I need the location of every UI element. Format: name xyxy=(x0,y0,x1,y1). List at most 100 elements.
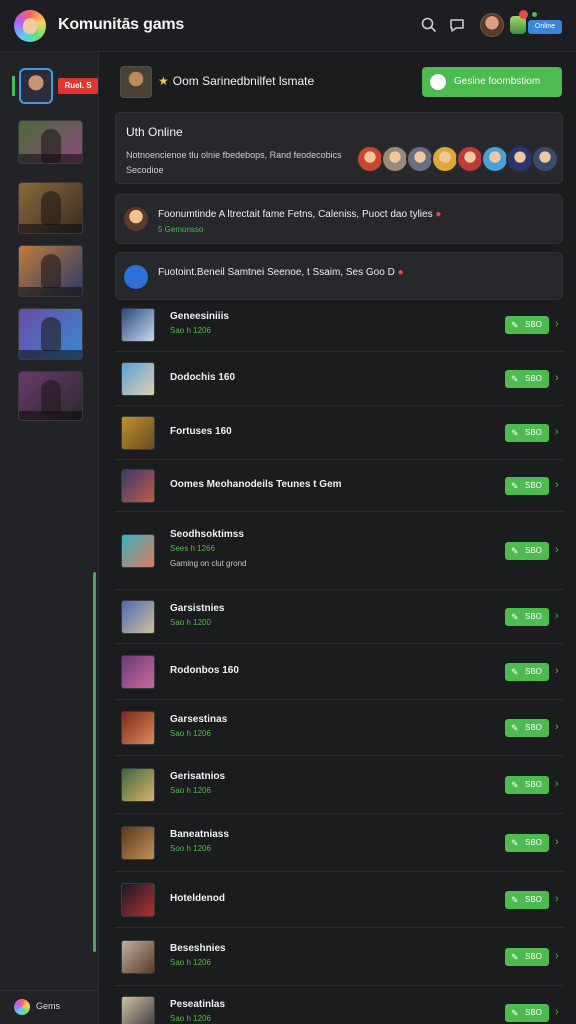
chevron-right-icon[interactable]: › xyxy=(555,318,559,330)
edit-button[interactable]: SBO xyxy=(505,370,549,388)
notification-2-body: Fuotoint.Beneil Samtnei Seenoe, t Ssaim,… xyxy=(158,267,395,278)
game-sub: Sao h 1200 xyxy=(170,618,211,627)
edit-button[interactable]: SBO xyxy=(505,834,549,852)
game-sub: Sao h 1206 xyxy=(170,958,211,967)
game-thumbnail[interactable] xyxy=(121,826,155,860)
top-row: ★ Oom Sarinedbnilfet lsmate Gesine foombs… xyxy=(116,64,564,104)
chevron-right-icon[interactable]: › xyxy=(555,544,559,556)
cta-icon xyxy=(430,74,446,90)
online-user-avatar[interactable] xyxy=(506,145,534,173)
top-title-text: Oom Sarinedbnilfet lsmate xyxy=(172,74,315,88)
sidebar-thumb[interactable] xyxy=(18,371,83,421)
sidebar-thumb-caption xyxy=(19,287,82,296)
game-name: Peseatinlas xyxy=(170,999,226,1010)
thumb-figure xyxy=(41,254,61,288)
game-thumbnail[interactable] xyxy=(121,416,155,450)
live-user-avatar[interactable] xyxy=(19,68,53,104)
heart-icon: ● xyxy=(435,209,442,220)
edit-button[interactable]: SBO xyxy=(505,477,549,495)
game-row[interactable]: Oomes Meohanodeils Teunes t Gem SBO › xyxy=(115,460,563,512)
chevron-right-icon[interactable]: › xyxy=(555,479,559,491)
search-icon[interactable] xyxy=(420,16,438,34)
game-thumbnail[interactable] xyxy=(121,996,155,1024)
edit-button[interactable]: SBO xyxy=(505,1004,549,1022)
game-thumbnail[interactable] xyxy=(121,534,155,568)
game-thumbnail[interactable] xyxy=(121,362,155,396)
game-row[interactable]: Dodochis 160 SBO › xyxy=(115,352,563,406)
game-thumbnail[interactable] xyxy=(121,768,155,802)
game-row[interactable]: Gerisatnios Sao h 1206 SBO › xyxy=(115,756,563,814)
top-title: ★ Oom Sarinedbnilfet lsmate xyxy=(158,74,314,88)
user-avatar[interactable] xyxy=(480,13,504,37)
game-row[interactable]: Fortuses 160 SBO › xyxy=(115,406,563,460)
thumb-figure xyxy=(41,380,61,414)
online-user-avatar[interactable] xyxy=(481,145,509,173)
chevron-right-icon[interactable]: › xyxy=(555,721,559,733)
sidebar-live-user[interactable]: Ruel. S xyxy=(12,68,98,104)
chevron-right-icon[interactable]: › xyxy=(555,893,559,905)
edit-button[interactable]: SBO xyxy=(505,719,549,737)
game-row[interactable]: Hoteldenod SBO › xyxy=(115,872,563,928)
game-thumbnail[interactable] xyxy=(121,883,155,917)
online-user-avatar[interactable] xyxy=(381,145,409,173)
edit-button[interactable]: SBO xyxy=(505,948,549,966)
edit-button[interactable]: SBO xyxy=(505,608,549,626)
chevron-right-icon[interactable]: › xyxy=(555,836,559,848)
game-thumbnail[interactable] xyxy=(121,711,155,745)
notification-badge[interactable] xyxy=(519,10,528,19)
chevron-right-icon[interactable]: › xyxy=(555,950,559,962)
sidebar-footer[interactable]: Gems xyxy=(0,990,99,1024)
game-name: Oomes Meohanodeils Teunes t Gem xyxy=(170,479,342,490)
sidebar-footer-label: Gems xyxy=(36,1001,61,1011)
online-user-avatar[interactable] xyxy=(456,145,484,173)
profile-avatar[interactable] xyxy=(120,66,152,98)
online-user-avatar[interactable] xyxy=(356,145,384,173)
online-avatars xyxy=(356,145,562,175)
game-row[interactable]: Rodonbos 160 SBO › xyxy=(115,644,563,700)
notification-card-1[interactable]: Foonumtinde A ltrectait fame Fetns, Cale… xyxy=(115,194,563,244)
cta-button[interactable]: Gesine foombstiom xyxy=(422,67,562,97)
game-thumbnail[interactable] xyxy=(121,600,155,634)
sidebar-thumb[interactable] xyxy=(18,245,83,297)
edit-button[interactable]: SBO xyxy=(505,663,549,681)
notification-card-2[interactable]: Fuotoint.Beneil Samtnei Seenoe, t Ssaim,… xyxy=(115,252,563,300)
game-sub: Sao h 1206 xyxy=(170,326,211,335)
game-row[interactable]: Geneesiniiis Sao h 1206 SBO › xyxy=(115,298,563,352)
edit-button[interactable]: SBO xyxy=(505,424,549,442)
chevron-right-icon[interactable]: › xyxy=(555,610,559,622)
game-thumbnail[interactable] xyxy=(121,308,155,342)
edit-button[interactable]: SBO xyxy=(505,776,549,794)
chevron-right-icon[interactable]: › xyxy=(555,372,559,384)
app-logo[interactable] xyxy=(14,10,46,42)
online-card: Uth Online Notnoencienoe tlu olnie fbede… xyxy=(115,112,563,184)
chat-icon[interactable] xyxy=(448,16,466,34)
game-row[interactable]: Garsistnies Sao h 1200 SBO › xyxy=(115,590,563,644)
game-sub: Sees h 1266 xyxy=(170,544,215,553)
game-row[interactable]: Garsestinas Sao h 1206 SBO › xyxy=(115,700,563,756)
game-name: Hoteldenod xyxy=(170,893,225,904)
game-name: Rodonbos 160 xyxy=(170,665,239,676)
sidebar-thumb[interactable] xyxy=(18,182,83,234)
edit-button[interactable]: SBO xyxy=(505,316,549,334)
chevron-right-icon[interactable]: › xyxy=(555,778,559,790)
sidebar-thumb[interactable] xyxy=(18,308,83,360)
game-row[interactable]: Seodhsoktimss Sees h 1266 Gaming on clut g… xyxy=(115,512,563,590)
game-thumbnail[interactable] xyxy=(121,655,155,689)
sidebar-scrollbar[interactable] xyxy=(93,572,96,952)
status-pill[interactable]: Online xyxy=(528,20,562,34)
chevron-right-icon[interactable]: › xyxy=(555,1006,559,1018)
edit-button[interactable]: SBO xyxy=(505,891,549,909)
chevron-right-icon[interactable]: › xyxy=(555,426,559,438)
online-user-avatar[interactable] xyxy=(531,145,559,173)
online-user-avatar[interactable] xyxy=(406,145,434,173)
sidebar-thumb[interactable] xyxy=(18,120,83,164)
game-row[interactable]: Peseatinlas Sao h 1206 SBO › xyxy=(115,986,563,1024)
game-thumbnail[interactable] xyxy=(121,940,155,974)
game-sub: Sao h 1206 xyxy=(170,786,211,795)
game-row[interactable]: Beseshnies Sao h 1206 SBO › xyxy=(115,928,563,986)
game-thumbnail[interactable] xyxy=(121,469,155,503)
game-row[interactable]: Baneatniass Soo h 1206 SBO › xyxy=(115,814,563,872)
chevron-right-icon[interactable]: › xyxy=(555,665,559,677)
edit-button[interactable]: SBO xyxy=(505,542,549,560)
online-user-avatar[interactable] xyxy=(431,145,459,173)
